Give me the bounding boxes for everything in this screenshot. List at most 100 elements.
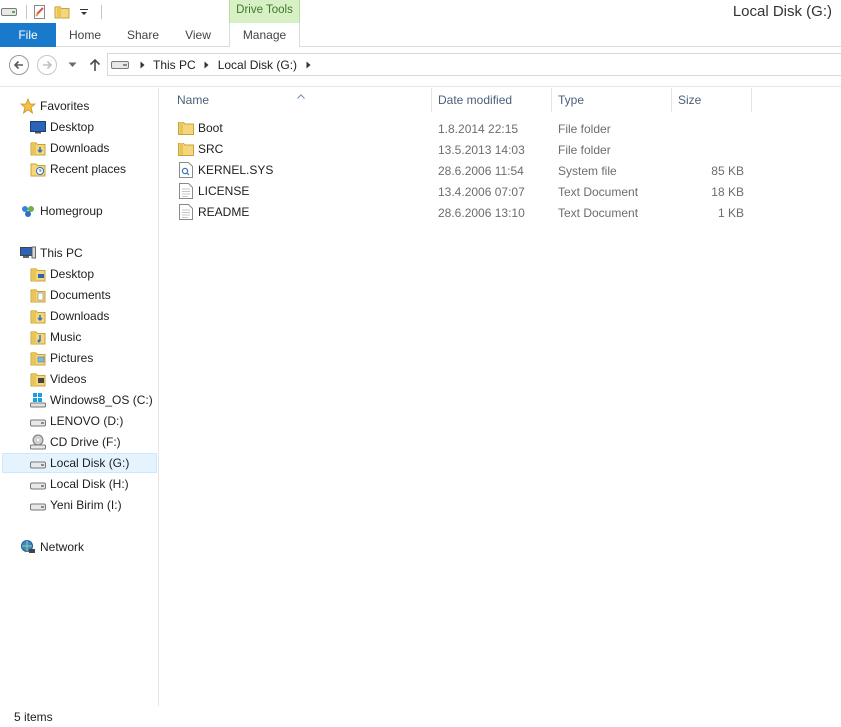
customize-toolbar-icon[interactable] — [75, 3, 93, 21]
nav-this-pc-documents[interactable]: Documents — [29, 285, 111, 305]
nav-this-pc-downloads[interactable]: Downloads — [29, 306, 109, 326]
nav-this-pc-videos[interactable]: Videos — [29, 369, 86, 389]
column-header-label: Type — [558, 93, 585, 107]
file-size: 85 KB — [711, 164, 744, 178]
drive-icon — [29, 455, 46, 472]
nav-label: Windows8_OS (C:) — [50, 393, 153, 407]
nav-label: Local Disk (G:) — [50, 456, 130, 470]
drive-icon — [111, 60, 129, 70]
file-date: 13.5.2013 14:03 — [438, 143, 525, 157]
nav-this-pc-cd-drive-f[interactable]: CD Drive (F:) — [29, 432, 121, 452]
drive-icon[interactable] — [0, 3, 18, 21]
status-bar: 5 items — [0, 706, 841, 727]
drive-icon — [29, 476, 46, 493]
navigation-pane: Favorites Desktop Downloads Recent place… — [0, 88, 159, 706]
tab-file[interactable]: File — [0, 23, 56, 47]
file-size: 18 KB — [711, 185, 744, 199]
chevron-down-icon — [68, 62, 76, 67]
toolbar-separator — [26, 4, 27, 19]
nav-this-pc[interactable]: This PC — [19, 243, 83, 263]
breadcrumb-chevron-icon[interactable] — [199, 54, 215, 76]
nav-label: Favorites — [40, 99, 90, 113]
nav-label: Pictures — [50, 351, 94, 365]
nav-label: This PC — [40, 246, 83, 260]
nav-this-pc-music[interactable]: Music — [29, 327, 81, 347]
breadcrumb-local-disk[interactable]: Local Disk (G:) — [215, 58, 300, 72]
new-folder-icon[interactable] — [53, 3, 71, 21]
nav-label: Videos — [50, 372, 87, 386]
file-name: SRC — [198, 142, 224, 156]
nav-label: Music — [50, 330, 82, 344]
nav-this-pc-lenovo-d[interactable]: LENOVO (D:) — [29, 411, 123, 431]
title-bar: Drive Tools Local Disk (G:) — [0, 0, 841, 23]
ribbon-tabs: File Home Share View Manage — [0, 23, 841, 48]
nav-this-pc-yeni-birim-i[interactable]: Yeni Birim (I:) — [29, 495, 122, 515]
nav-this-pc-pictures[interactable]: Pictures — [29, 348, 93, 368]
column-header-type[interactable]: Type — [552, 88, 672, 112]
nav-label: Recent places — [50, 162, 127, 176]
nav-this-pc-windows8-os-c[interactable]: Windows8_OS (C:) — [29, 390, 153, 410]
column-header-size[interactable]: Size — [672, 88, 752, 112]
file-name: Boot — [198, 121, 223, 135]
column-header-name[interactable]: Name — [160, 88, 432, 112]
pictures-folder-icon — [29, 350, 46, 367]
up-button[interactable] — [86, 56, 104, 74]
recent-locations-button[interactable] — [64, 60, 80, 70]
drive-tools-group-label: Drive Tools — [229, 0, 300, 23]
table-row[interactable]: SRC 13.5.2013 14:03 File folder — [160, 139, 760, 160]
file-list: Name Date modified Type Size Boot 1.8.20… — [160, 88, 841, 706]
file-type: Text Document — [558, 185, 639, 199]
nav-label: Network — [40, 540, 85, 554]
tab-view[interactable]: View — [179, 23, 217, 47]
file-type: File folder — [558, 143, 611, 157]
folder-icon — [178, 120, 194, 136]
breadcrumb-chevron-icon[interactable] — [300, 54, 316, 76]
drive-icon — [29, 413, 46, 430]
column-header-label: Date modified — [438, 93, 513, 107]
downloads-folder-icon — [29, 308, 46, 325]
nav-network[interactable]: Network — [19, 537, 84, 557]
breadcrumb-this-pc[interactable]: This PC — [150, 58, 199, 72]
table-row[interactable]: Boot 1.8.2014 22:15 File folder — [160, 118, 760, 139]
back-button[interactable] — [9, 55, 29, 75]
file-size: 1 KB — [717, 206, 744, 220]
desktop-icon — [29, 119, 46, 136]
table-row[interactable]: LICENSE 13.4.2006 07:07 Text Document 18… — [160, 181, 760, 202]
breadcrumb-chevron-icon[interactable] — [134, 54, 150, 76]
text-document-icon — [178, 183, 194, 199]
properties-icon[interactable] — [31, 3, 49, 21]
nav-favorites-desktop[interactable]: Desktop — [29, 117, 94, 137]
file-date: 28.6.2006 13:10 — [438, 206, 525, 220]
quick-access-toolbar — [0, 0, 106, 23]
file-name: README — [198, 205, 250, 219]
nav-favorites-recent-places[interactable]: Recent places — [29, 159, 126, 179]
column-header-label: Name — [177, 93, 210, 107]
forward-button[interactable] — [37, 55, 57, 75]
system-file-icon — [178, 162, 194, 178]
tab-share[interactable]: Share — [121, 23, 165, 47]
computer-icon — [19, 245, 36, 262]
nav-label: Documents — [50, 288, 111, 302]
column-header-date-modified[interactable]: Date modified — [432, 88, 552, 112]
star-icon — [19, 98, 36, 115]
videos-folder-icon — [29, 371, 46, 388]
nav-this-pc-local-disk-g[interactable]: Local Disk (G:) — [2, 453, 157, 473]
tab-home[interactable]: Home — [62, 23, 108, 47]
arrow-right-icon — [43, 60, 53, 70]
address-bar[interactable]: This PC Local Disk (G:) — [107, 53, 841, 76]
nav-favorites-downloads[interactable]: Downloads — [29, 138, 109, 158]
nav-favorites[interactable]: Favorites — [19, 96, 89, 116]
arrow-left-icon — [13, 60, 23, 70]
tab-manage[interactable]: Manage — [229, 23, 300, 48]
sort-ascending-icon — [297, 88, 305, 102]
table-row[interactable]: KERNEL.SYS 28.6.2006 11:54 System file 8… — [160, 160, 760, 181]
nav-homegroup[interactable]: Homegroup — [19, 201, 103, 221]
nav-label: CD Drive (F:) — [50, 435, 121, 449]
navigation-bar: This PC Local Disk (G:) — [0, 47, 841, 87]
table-row[interactable]: README 28.6.2006 13:10 Text Document 1 K… — [160, 202, 760, 223]
nav-this-pc-desktop[interactable]: Desktop — [29, 264, 94, 284]
nav-this-pc-local-disk-h[interactable]: Local Disk (H:) — [29, 474, 129, 494]
nav-label: LENOVO (D:) — [50, 414, 124, 428]
nav-label: Downloads — [50, 141, 110, 155]
nav-label: Downloads — [50, 309, 110, 323]
